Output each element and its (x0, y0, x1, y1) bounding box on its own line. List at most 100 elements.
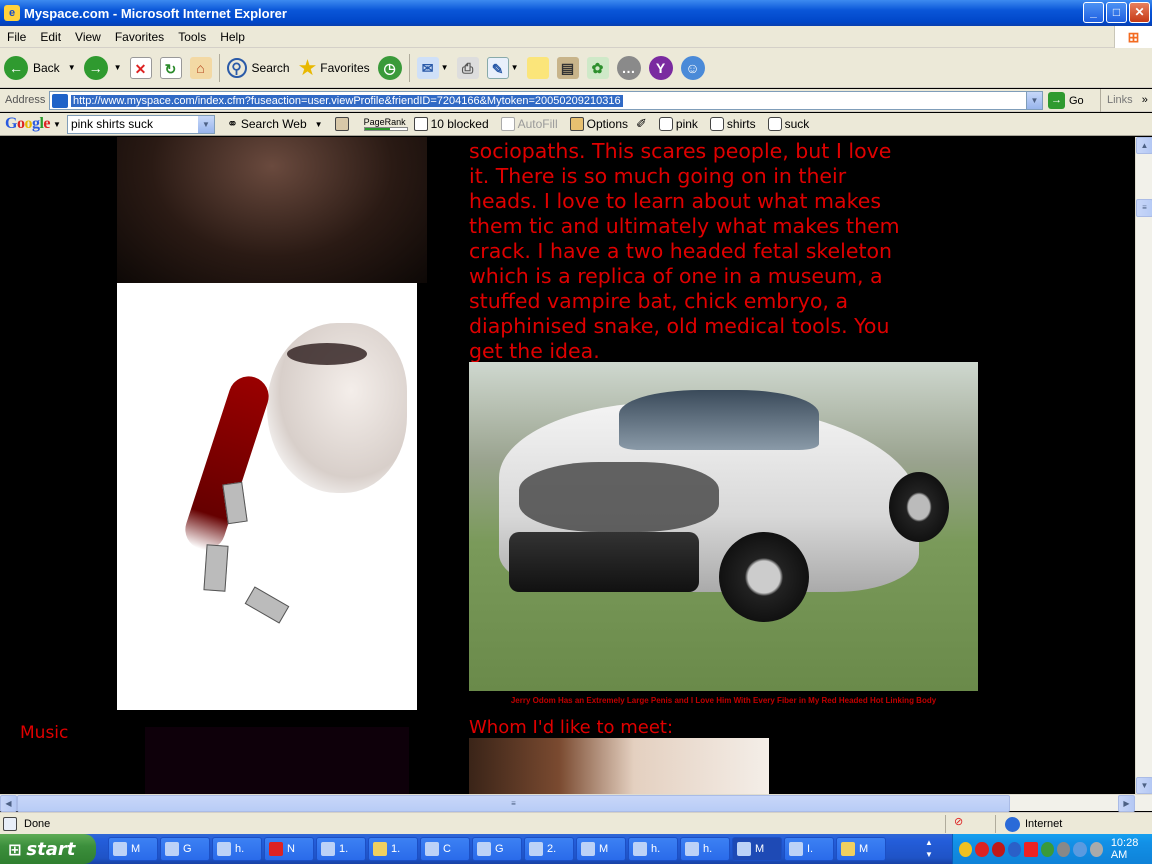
horizontal-scrollbar[interactable]: ◀ ≡ ▶ (0, 794, 1152, 812)
pagerank-indicator[interactable]: PageRank (363, 117, 408, 131)
popup-blocked-icon[interactable]: ⊘ (945, 815, 963, 833)
forward-button[interactable]: → ▼ (80, 51, 126, 85)
icq-button[interactable]: ✿ (583, 51, 613, 85)
messenger-button[interactable]: … (613, 51, 645, 85)
taskbar-scroll-arrows[interactable]: ▲ ▼ (920, 837, 938, 861)
search-button[interactable]: ⚲ Search (223, 51, 294, 85)
yahoo-button[interactable]: Y (645, 51, 677, 85)
smiley-tray-icon[interactable] (959, 841, 973, 857)
red-tray-icon[interactable] (991, 841, 1005, 857)
speaker-tray-icon[interactable] (1089, 841, 1103, 857)
task-button[interactable]: h. (680, 837, 730, 861)
google-search-input[interactable]: pink shirts suck ▼ (66, 114, 215, 134)
scroll-down-button[interactable]: ▼ (1136, 777, 1152, 794)
scroll-left-button[interactable]: ◀ (0, 795, 17, 812)
back-dropdown-icon[interactable]: ▼ (68, 63, 76, 72)
menu-file[interactable]: File (0, 30, 33, 44)
task-button[interactable]: G (160, 837, 210, 861)
home-button[interactable]: ⌂ (186, 51, 216, 85)
mcafee-tray-icon[interactable] (1024, 841, 1038, 857)
scroll-up-button[interactable]: ▲ (1136, 137, 1152, 154)
discuss-button[interactable] (523, 51, 553, 85)
menu-tools[interactable]: Tools (171, 30, 213, 44)
task-button[interactable]: M (108, 837, 158, 861)
task-button[interactable]: 1. (368, 837, 418, 861)
task-button[interactable]: 2. (524, 837, 574, 861)
task-button[interactable]: h. (628, 837, 678, 861)
edit-icon: ✎ (486, 56, 509, 79)
links-chevron-icon: » (1141, 94, 1148, 106)
minimize-button[interactable]: _ (1083, 2, 1104, 23)
research-button[interactable]: ▤ (553, 51, 583, 85)
clock[interactable]: 10:28 AM (1111, 837, 1152, 861)
zone-label: Internet (1025, 818, 1063, 830)
edit-dropdown-icon[interactable]: ▼ (511, 63, 519, 72)
search-web-button[interactable]: ⚭ Search Web ▼ (227, 116, 323, 132)
google-query-dropdown-icon[interactable]: ▼ (197, 115, 214, 133)
search-web-dropdown-icon[interactable]: ▼ (315, 120, 323, 129)
close-button[interactable]: ✕ (1129, 2, 1150, 23)
print-button[interactable]: ⎙ (453, 51, 483, 85)
antivirus-tray-icon[interactable] (975, 841, 989, 857)
vertical-scroll-thumb[interactable]: ≡ (1136, 199, 1152, 217)
menu-edit[interactable]: Edit (33, 30, 68, 44)
news-icon (334, 117, 349, 131)
term-suck-label: suck (784, 117, 810, 131)
history-button[interactable]: ◷ (374, 51, 406, 85)
task-button[interactable]: C (420, 837, 470, 861)
menu-help[interactable]: Help (213, 30, 252, 44)
vertical-scrollbar[interactable]: ▲ ≡ ▼ (1135, 137, 1152, 794)
task-button[interactable]: 1. (316, 837, 366, 861)
menu-view[interactable]: View (68, 30, 108, 44)
forward-dropdown-icon[interactable]: ▼ (114, 63, 122, 72)
status-tray-icon[interactable] (1040, 841, 1054, 857)
horizontal-scroll-thumb[interactable]: ≡ (17, 795, 1010, 812)
security-zone[interactable]: Internet (995, 815, 1062, 833)
task-button[interactable]: N (264, 837, 314, 861)
menu-favorites[interactable]: Favorites (108, 30, 171, 44)
go-button[interactable]: → Go (1048, 92, 1084, 109)
task-button[interactable]: G (472, 837, 522, 861)
popup-blocker-button[interactable]: 10 blocked (413, 117, 489, 131)
mail-button[interactable]: ✉ ▼ (413, 51, 453, 85)
windows-flag-icon: ⊞ (8, 839, 22, 859)
address-input[interactable]: http://www.myspace.com/index.cfm?fuseact… (49, 91, 1043, 110)
task-button[interactable]: M (836, 837, 886, 861)
scroll-right-button[interactable]: ▶ (1118, 795, 1135, 812)
icq-flower-icon: ✿ (586, 56, 609, 79)
google-menu-dropdown-icon[interactable]: ▼ (53, 120, 61, 129)
network-tray-icon[interactable] (1007, 841, 1022, 857)
music-player[interactable] (145, 727, 409, 794)
stop-button[interactable]: ✕ (126, 51, 156, 85)
task-list: M G h. N 1. 1. C G 2. M h. h. M I. M (106, 837, 886, 861)
task-label: M (755, 843, 765, 855)
mail-dropdown-icon[interactable]: ▼ (441, 63, 449, 72)
messenger-tray-icon[interactable] (1073, 841, 1087, 857)
address-dropdown-icon[interactable]: ▼ (1026, 92, 1042, 109)
favorites-button[interactable]: ★ Favorites (294, 51, 374, 85)
start-button[interactable]: ⊞ start (0, 834, 96, 864)
task-button[interactable]: I. (784, 837, 834, 861)
task-button[interactable]: h. (212, 837, 262, 861)
maximize-button[interactable]: □ (1106, 2, 1127, 23)
highlight-button[interactable]: ✐ (636, 116, 647, 132)
links-button[interactable]: Links » (1100, 89, 1148, 112)
back-button[interactable]: ← Back ▼ (0, 51, 80, 85)
msn-button[interactable]: ☺ (677, 51, 709, 85)
autofill-button[interactable]: AutoFill (500, 117, 558, 131)
car-caption: Jerry Odom Has an Extremely Large Penis … (510, 696, 937, 705)
term-pink-button[interactable]: pink (658, 117, 698, 131)
task-button[interactable]: M (576, 837, 626, 861)
edit-button[interactable]: ✎ ▼ (483, 51, 523, 85)
term-shirts-button[interactable]: shirts (709, 117, 756, 131)
news-button[interactable] (334, 117, 352, 131)
address-url[interactable]: http://www.myspace.com/index.cfm?fuseact… (71, 94, 623, 107)
google-logo[interactable]: Google (5, 115, 50, 133)
refresh-button[interactable]: ↻ (156, 51, 186, 85)
term-suck-button[interactable]: suck (767, 117, 810, 131)
title-bar[interactable]: e Myspace.com - Microsoft Internet Explo… (0, 0, 1152, 26)
options-button[interactable]: Options (569, 117, 628, 131)
task-button-active[interactable]: M (732, 837, 782, 861)
page-content[interactable]: sociopaths. This scares people, but I lo… (0, 137, 1135, 794)
settings-tray-icon[interactable] (1056, 841, 1071, 857)
